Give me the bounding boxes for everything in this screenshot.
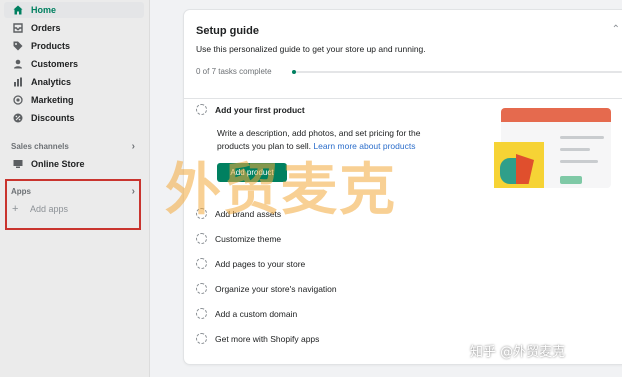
task-status-icon — [196, 233, 207, 244]
task-status-icon — [196, 283, 207, 294]
collapse-icon[interactable]: ⌃ — [612, 24, 620, 35]
sidebar-item-label: Products — [31, 41, 71, 51]
progress-fill — [292, 70, 296, 74]
home-icon — [10, 2, 26, 18]
progress-text: 0 of 7 tasks complete — [196, 67, 272, 76]
task-item[interactable]: Add a custom domain — [196, 308, 297, 319]
add-apps-button[interactable]: + Add apps — [12, 203, 68, 215]
sidebar-item-label: Home — [31, 5, 57, 15]
bar-chart-icon — [10, 74, 26, 90]
sales-channels-heading[interactable]: Sales channels › — [11, 140, 135, 152]
task-item[interactable]: Organize your store's navigation — [196, 283, 337, 294]
plus-icon: + — [12, 203, 19, 215]
sidebar-item-analytics[interactable]: Analytics — [4, 74, 144, 90]
sidebar-item-label: Orders — [31, 23, 61, 33]
task-item[interactable]: Add pages to your store — [196, 258, 305, 269]
task-label: Customize theme — [215, 233, 282, 244]
sidebar-item-online-store[interactable]: Online Store — [4, 156, 144, 172]
task-item[interactable]: Customize theme — [196, 233, 281, 244]
sidebar-item-products[interactable]: Products — [4, 38, 144, 54]
sidebar-item-label: Discounts — [31, 113, 75, 123]
task-status-icon — [196, 333, 207, 344]
sidebar-item-label: Analytics — [31, 77, 72, 87]
task-label: Organize your store's navigation — [215, 283, 337, 294]
sidebar-item-customers[interactable]: Customers — [4, 56, 144, 72]
sidebar-item-label: Online Store — [31, 159, 85, 169]
progress-bar — [292, 70, 622, 74]
task-label: Get more with Shopify apps — [215, 333, 320, 344]
task-label: Add a custom domain — [215, 308, 298, 319]
store-icon — [10, 156, 26, 172]
task-title: Add your first product — [215, 104, 305, 115]
watermark-text: 外贸麦克 — [165, 158, 397, 223]
task-add-first-product[interactable]: Add your first product — [196, 104, 305, 115]
target-icon — [10, 92, 26, 108]
illustration-line — [560, 136, 604, 139]
apps-heading[interactable]: Apps › — [11, 185, 135, 197]
sidebar-item-orders[interactable]: Orders — [4, 20, 144, 36]
tag-icon — [10, 38, 26, 54]
person-icon — [10, 56, 26, 72]
sidebar-item-home[interactable]: Home — [4, 2, 144, 18]
apps-label: Apps — [11, 186, 31, 196]
illustration-line — [560, 160, 598, 163]
sidebar-item-label: Marketing — [31, 95, 74, 105]
product-illustration — [494, 106, 614, 194]
setup-guide-title: Setup guide — [196, 25, 259, 37]
illustration-shape — [500, 158, 518, 184]
task-status-icon — [196, 258, 207, 269]
sidebar-item-discounts[interactable]: Discounts — [4, 110, 144, 126]
sidebar-item-marketing[interactable]: Marketing — [4, 92, 144, 108]
sales-channels-label: Sales channels — [11, 141, 69, 151]
watermark-credit: 知乎 @外贸麦克 — [470, 345, 566, 360]
add-apps-label: Add apps — [30, 204, 69, 214]
sidebar: Home Orders Products Customers Analytics… — [0, 0, 150, 377]
setup-guide-subtitle: Use this personalized guide to get your … — [196, 44, 426, 54]
sidebar-item-label: Customers — [31, 59, 79, 69]
task-item[interactable]: Get more with Shopify apps — [196, 333, 319, 344]
discount-icon — [10, 110, 26, 126]
task-label: Add pages to your store — [215, 258, 306, 269]
chevron-right-icon: › — [131, 185, 135, 197]
illustration-line — [560, 148, 590, 151]
task-status-icon — [196, 308, 207, 319]
divider — [184, 98, 622, 99]
illustration-header — [501, 108, 611, 122]
task-status-icon — [196, 104, 207, 115]
orders-icon — [10, 20, 26, 36]
illustration-tag — [560, 176, 582, 184]
chevron-right-icon: › — [131, 140, 135, 152]
